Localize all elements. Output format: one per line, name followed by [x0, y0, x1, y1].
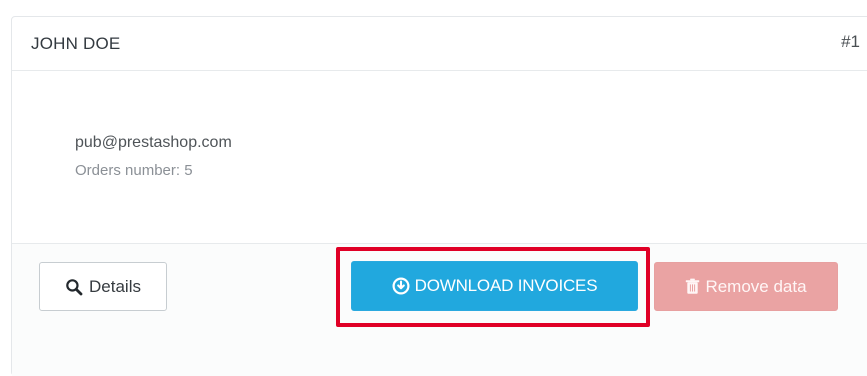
customer-card: JOHN DOE #1 pub@prestashop.com Orders nu… [11, 16, 867, 376]
trash-icon [685, 278, 700, 295]
magnifier-icon [65, 278, 83, 296]
download-circle-icon [392, 277, 410, 295]
customer-id: #1 [841, 32, 860, 51]
download-invoices-label: DOWNLOAD INVOICES [414, 276, 598, 295]
remove-data-button[interactable]: Remove data [654, 262, 838, 311]
remove-data-label: Remove data [705, 276, 807, 296]
customer-name: JOHN DOE [31, 33, 121, 53]
customer-email: pub@prestashop.com [75, 134, 232, 151]
details-button-label: Details [89, 276, 141, 296]
customer-card-body: pub@prestashop.com Orders number: 5 [12, 72, 867, 242]
orders-number: Orders number: 5 [75, 162, 193, 179]
customer-card-header: JOHN DOE [12, 17, 867, 71]
details-button[interactable]: Details [39, 262, 167, 311]
download-invoices-button[interactable]: DOWNLOAD INVOICES [351, 261, 638, 311]
customer-card-footer: Details DOWNLOAD INVOICES Remove data [12, 243, 867, 376]
